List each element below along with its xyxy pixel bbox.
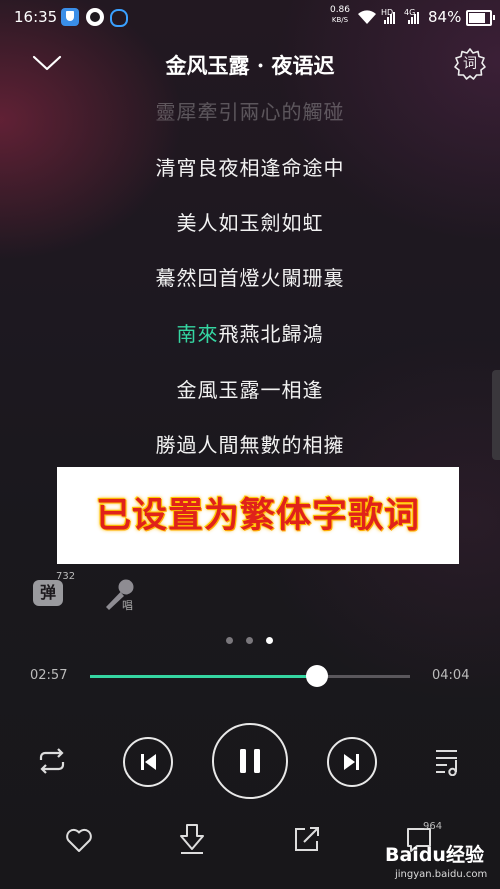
current-time: 02:57 bbox=[30, 668, 68, 683]
status-bar: 16:35 0.86 KB/S HD 4G 84% bbox=[0, 0, 500, 34]
next-icon bbox=[344, 754, 359, 770]
watermark-brand: Baidu经验 bbox=[385, 844, 484, 866]
download-icon bbox=[180, 824, 204, 854]
edge-handle[interactable] bbox=[492, 370, 500, 460]
comment-count: 964 bbox=[423, 821, 443, 832]
playlist-button[interactable] bbox=[433, 746, 463, 777]
download-button[interactable] bbox=[176, 822, 208, 856]
notice-banner-text: 已设置为繁体字歌词 bbox=[95, 495, 420, 536]
lyric-line[interactable]: 靈犀牽引兩心的觸碰 bbox=[0, 96, 500, 125]
danmu-button[interactable]: 弹 bbox=[33, 578, 63, 608]
total-time: 04:04 bbox=[432, 668, 470, 683]
battery-icon bbox=[466, 10, 495, 26]
baidu-watermark: Baidu经验 jingyan.baidu.com bbox=[385, 840, 497, 885]
share-icon bbox=[295, 827, 319, 851]
wifi-icon bbox=[358, 10, 376, 24]
lyrics-panel[interactable]: 靈犀牽引兩心的觸碰 清宵良夜相逢命途中 美人如玉劍如虹 驀然回首燈火闌珊裏 南來… bbox=[0, 92, 500, 472]
page-dot[interactable] bbox=[246, 637, 253, 644]
browser-icon bbox=[86, 8, 104, 26]
progress-bar[interactable] bbox=[90, 665, 410, 687]
page-indicator bbox=[226, 637, 276, 647]
lyric-line[interactable]: 美人如玉劍如虹 bbox=[0, 207, 500, 236]
watermark-url: jingyan.baidu.com bbox=[395, 869, 488, 880]
next-button[interactable] bbox=[327, 737, 377, 787]
song-title: 金风玉露 · 夜语迟 bbox=[165, 53, 335, 78]
danmu-icon: 弹 bbox=[33, 580, 63, 606]
lyric-line-current[interactable]: 南來飛燕北歸鴻 bbox=[0, 318, 500, 347]
danmu-count: 732 bbox=[56, 571, 76, 582]
signal-icon bbox=[408, 12, 419, 24]
status-time: 16:35 bbox=[14, 8, 58, 26]
lyric-unsung-part: 飛燕北歸鴻 bbox=[218, 322, 324, 346]
page-dot-active[interactable] bbox=[266, 637, 273, 644]
playlist-icon bbox=[436, 750, 457, 777]
repeat-button[interactable] bbox=[35, 746, 69, 776]
previous-button[interactable] bbox=[123, 737, 173, 787]
pause-button[interactable] bbox=[212, 723, 288, 799]
network-speed-unit: KB/S bbox=[331, 16, 349, 24]
lyric-line[interactable]: 勝過人間無數的相擁 bbox=[0, 429, 500, 458]
heart-icon bbox=[66, 828, 92, 852]
lyric-button-label: 词 bbox=[463, 56, 477, 72]
sing-label: 唱 bbox=[122, 599, 133, 612]
progress-thumb[interactable] bbox=[305, 665, 328, 687]
lyric-line[interactable]: 驀然回首燈火闌珊裏 bbox=[0, 262, 500, 291]
progress-fill bbox=[90, 675, 317, 678]
notice-banner: 已设置为繁体字歌词 bbox=[57, 467, 459, 564]
network-speed-value: 0.86 bbox=[329, 5, 351, 15]
lyric-line[interactable]: 清宵良夜相逢命途中 bbox=[0, 152, 500, 181]
lyric-sung-part: 南來 bbox=[176, 322, 219, 346]
signal-icon bbox=[384, 12, 395, 24]
qq-icon bbox=[110, 9, 128, 27]
share-button[interactable] bbox=[292, 824, 322, 854]
pause-icon bbox=[240, 749, 260, 773]
chevron-down-icon bbox=[32, 55, 62, 71]
previous-icon bbox=[141, 754, 156, 770]
collapse-button[interactable] bbox=[32, 52, 62, 74]
page-dot[interactable] bbox=[226, 637, 233, 644]
lyric-line[interactable]: 金風玉露一相逢 bbox=[0, 374, 500, 403]
battery-percent: 84% bbox=[428, 8, 462, 26]
like-button[interactable] bbox=[64, 825, 94, 855]
player-header: 金风玉露 · 夜语迟 词 bbox=[0, 44, 500, 86]
lyric-button[interactable]: 词 bbox=[453, 47, 487, 81]
shield-icon bbox=[61, 8, 79, 26]
repeat-icon bbox=[39, 748, 65, 774]
network-speed: 0.86 KB/S bbox=[326, 5, 354, 25]
